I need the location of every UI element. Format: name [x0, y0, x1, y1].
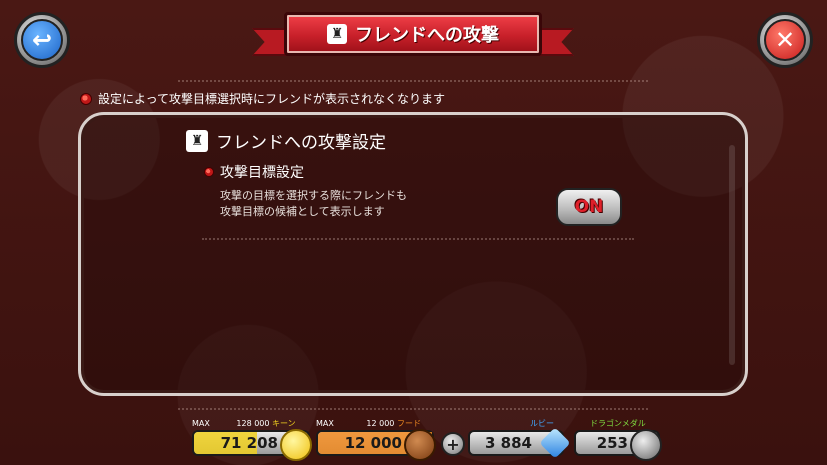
food-max-label: MAX 12 000 フード [316, 419, 421, 428]
setting-title-text: 攻撃目標設定 [220, 165, 304, 181]
bullet-icon [204, 167, 214, 177]
coin-icon [280, 429, 312, 461]
description-line-2: 攻撃目標の候補として表示します [220, 205, 385, 218]
bullet-icon [80, 92, 92, 105]
ruby-gem-icon [539, 427, 571, 459]
food-bar: 12 000 [316, 429, 436, 461]
dragon-medal-icon [630, 429, 662, 461]
settings-panel [78, 112, 748, 396]
ruby-label: ルビー [530, 419, 554, 428]
divider-top [178, 80, 648, 82]
back-arrow-icon: ↩ [21, 19, 63, 61]
description-line-1: 攻撃の目標を選択する際にフレンドも [220, 189, 407, 202]
coin-max-label: MAX 128 000 キーン [192, 419, 296, 428]
attack-target-toggle[interactable]: ON [556, 188, 622, 226]
food-value: 12 000 [344, 434, 402, 452]
title-ribbon: ♜ フレンドへの攻撃 [252, 12, 574, 64]
coin-bar: 71 208 [192, 429, 312, 461]
divider-inner [202, 238, 634, 240]
notice-text: 設定によって攻撃目標選択時にフレンドが表示されなくなります [98, 92, 446, 106]
close-button[interactable]: ✕ [757, 12, 813, 68]
ruby-value: 3 884 [485, 434, 532, 452]
notice: 設定によって攻撃目標選択時にフレンドが表示されなくなります [80, 90, 445, 107]
section-title-text: フレンドへの攻撃設定 [216, 133, 386, 153]
medal-bar: 253 [574, 429, 662, 461]
page-title: フレンドへの攻撃 [355, 25, 499, 46]
back-button[interactable]: ↩ [14, 12, 70, 68]
setting-description: 攻撃の目標を選択する際にフレンドも 攻撃目標の候補として表示します [220, 188, 407, 220]
coin-value: 71 208 [220, 434, 278, 452]
tower-icon: ♜ [186, 129, 208, 152]
close-x-icon: ✕ [764, 19, 806, 61]
ribbon-body: ♜ フレンドへの攻撃 [284, 12, 542, 56]
tower-icon: ♜ [327, 24, 347, 44]
add-resource-button[interactable]: + [441, 432, 465, 456]
medal-label: ドラゴンメダル [590, 419, 646, 428]
ruby-bar: 3 884 [468, 427, 571, 459]
panel-scrollbar[interactable] [729, 145, 735, 365]
toggle-label: ON [574, 197, 604, 217]
section-title: ♜ フレンドへの攻撃設定 [186, 128, 386, 153]
meat-icon [404, 429, 436, 461]
divider-bottom [178, 408, 648, 410]
setting-title: 攻撃目標設定 [204, 162, 304, 182]
medal-value: 253 [596, 434, 628, 452]
